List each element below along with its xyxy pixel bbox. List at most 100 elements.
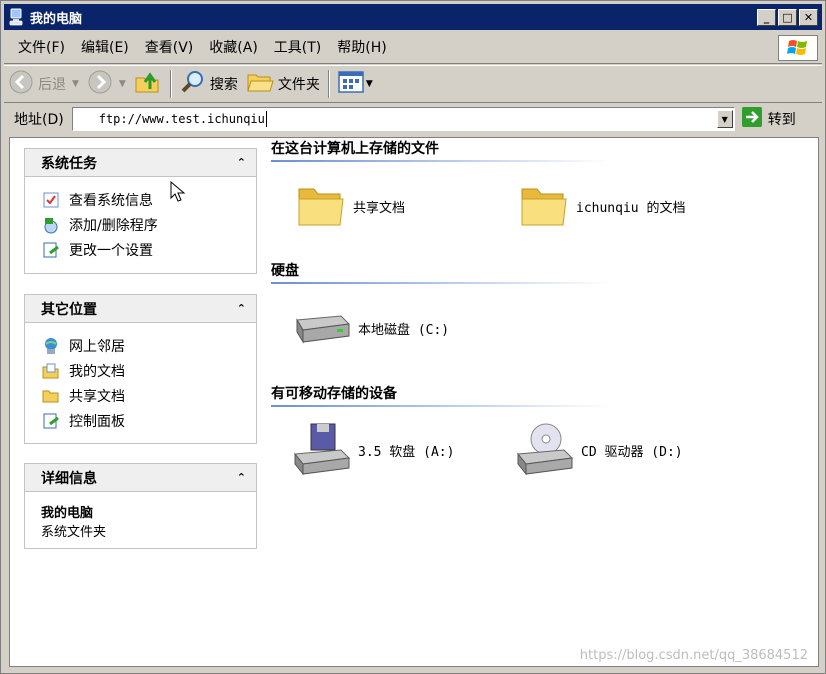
system-tasks-panel: 系统任务 ⌃ 查看系统信息 添加/删除程序 更改一个设置: [24, 148, 257, 274]
place-label: 我的文档: [69, 363, 125, 380]
task-label: 添加/删除程序: [69, 217, 158, 234]
watermark: https://blog.csdn.net/qq_38684512: [579, 648, 808, 663]
forward-button[interactable]: [83, 68, 117, 100]
folders-button[interactable]: 文件夹: [242, 68, 324, 100]
section-stored-files: 在这台计算机上存储的文件: [271, 138, 751, 162]
mouse-cursor-icon: [170, 180, 186, 207]
place-label: 控制面板: [69, 413, 125, 430]
task-add-remove-programs[interactable]: 添加/删除程序: [41, 212, 256, 237]
task-change-setting[interactable]: 更改一个设置: [41, 237, 256, 262]
item-label: 共享文档: [353, 200, 406, 216]
collapse-chevron-icon[interactable]: ⌃: [237, 302, 246, 315]
panel-title: 详细信息: [41, 470, 97, 487]
shared-folder-icon: [41, 386, 61, 406]
close-button[interactable]: ✕: [799, 8, 818, 26]
go-label: 转到: [767, 112, 796, 128]
item-label: 本地磁盘 (C:): [358, 322, 450, 338]
go-button[interactable]: 转到: [741, 106, 796, 132]
go-arrow-icon: [741, 106, 763, 132]
item-label: CD 驱动器 (D:): [581, 444, 683, 460]
toolbar: 后退 ▼ ▼ 搜索 文件夹 ▼: [4, 65, 822, 103]
folder-icon: [518, 180, 570, 232]
folder-icon: [295, 180, 347, 232]
menu-view[interactable]: 查看(V): [137, 37, 202, 59]
address-label: 地址(D): [14, 112, 64, 128]
minimize-button[interactable]: _: [757, 8, 776, 26]
up-folder-button[interactable]: [130, 68, 166, 100]
task-view-system-info[interactable]: 查看系统信息: [41, 187, 256, 212]
panel-title: 系统任务: [41, 155, 97, 172]
text-caret: [265, 111, 267, 127]
section-removable: 有可移动存储的设备: [271, 383, 751, 407]
collapse-chevron-icon[interactable]: ⌃: [237, 471, 246, 484]
other-places-panel: 其它位置 ⌃ 网上邻居 我的文档 共享文档 控制面板: [24, 294, 257, 444]
menu-edit[interactable]: 编辑(E): [73, 37, 137, 59]
my-computer-icon: [8, 8, 24, 26]
menu-favorites[interactable]: 收藏(A): [201, 37, 266, 59]
section-title: 在这台计算机上存储的文件: [271, 141, 439, 157]
folders-label: 文件夹: [277, 77, 320, 93]
hard-disk-icon: [290, 302, 352, 354]
views-dropdown-icon: ▼: [365, 79, 373, 89]
folder-shared-documents[interactable]: 共享文档: [295, 180, 405, 232]
search-label: 搜索: [209, 77, 238, 93]
address-dropdown-button[interactable]: ▼: [716, 110, 733, 128]
section-divider: [271, 160, 611, 162]
change-setting-icon: [41, 240, 61, 260]
content-area: 系统任务 ⌃ 查看系统信息 添加/删除程序 更改一个设置 其它位置 ⌃ 网上邻居…: [9, 137, 819, 667]
menu-tools[interactable]: 工具(T): [266, 37, 329, 59]
place-label: 网上邻居: [69, 338, 125, 355]
address-value: ftp://www.test.ichunqiu: [98, 112, 265, 126]
toolbar-separator: [327, 70, 330, 98]
collapse-chevron-icon[interactable]: ⌃: [237, 156, 246, 169]
up-folder-icon: [134, 69, 162, 99]
back-arrow-icon: [8, 69, 34, 99]
menu-help[interactable]: 帮助(H): [329, 37, 394, 59]
drive-floppy-a[interactable]: 3.5 软盘 (A:): [290, 423, 455, 476]
title-bar[interactable]: 我的电脑 _ □ ✕: [4, 4, 822, 30]
drive-cd-d[interactable]: CD 驱动器 (D:): [513, 423, 683, 476]
network-places-icon: [41, 336, 61, 356]
search-icon: [180, 69, 206, 99]
window-title: 我的电脑: [30, 11, 83, 27]
address-input[interactable]: ftp://www.test.ichunqiu ▼: [71, 107, 735, 131]
system-info-icon: [41, 190, 61, 210]
menu-file[interactable]: 文件(F): [10, 37, 73, 59]
forward-arrow-icon: [87, 69, 113, 99]
search-button[interactable]: 搜索: [176, 68, 242, 100]
menu-bar: 文件(F) 编辑(E) 查看(V) 收藏(A) 工具(T) 帮助(H): [4, 32, 822, 64]
windows-logo-icon: [778, 35, 818, 61]
details-header[interactable]: 详细信息 ⌃: [25, 464, 256, 492]
drive-local-disk-c[interactable]: 本地磁盘 (C:): [290, 302, 449, 354]
panel-title: 其它位置: [41, 301, 97, 318]
place-network[interactable]: 网上邻居: [41, 333, 256, 358]
place-control-panel[interactable]: 控制面板: [41, 408, 256, 433]
back-label: 后退: [38, 77, 66, 93]
place-my-documents[interactable]: 我的文档: [41, 358, 256, 383]
add-remove-programs-icon: [41, 215, 61, 235]
section-title: 硬盘: [271, 263, 299, 279]
system-tasks-header[interactable]: 系统任务 ⌃: [25, 149, 256, 177]
control-panel-icon: [41, 411, 61, 431]
back-button[interactable]: 后退: [4, 68, 70, 100]
place-shared-documents[interactable]: 共享文档: [41, 383, 256, 408]
task-label: 更改一个设置: [69, 242, 153, 259]
views-button[interactable]: ▼: [334, 68, 381, 100]
item-label: ichunqiu 的文档: [576, 200, 686, 216]
toolbar-separator: [169, 70, 172, 98]
forward-dropdown-icon[interactable]: ▼: [119, 79, 126, 89]
maximize-button[interactable]: □: [778, 8, 797, 26]
details-panel: 详细信息 ⌃ 我的电脑 系统文件夹: [24, 463, 257, 549]
floppy-drive-icon: [290, 423, 352, 476]
back-dropdown-icon[interactable]: ▼: [72, 79, 79, 89]
section-title: 有可移动存储的设备: [271, 386, 397, 402]
address-bar: 地址(D) ftp://www.test.ichunqiu ▼ 转到: [4, 104, 822, 134]
explorer-window: 我的电脑 _ □ ✕ 文件(F) 编辑(E) 查看(V) 收藏(A) 工具(T)…: [0, 0, 826, 674]
cd-drive-icon: [513, 423, 575, 476]
other-places-header[interactable]: 其它位置 ⌃: [25, 295, 256, 323]
detail-type: 系统文件夹: [41, 525, 107, 540]
section-divider: [271, 282, 611, 284]
section-divider: [271, 405, 611, 407]
folder-user-documents[interactable]: ichunqiu 的文档: [518, 180, 685, 232]
item-label: 3.5 软盘 (A:): [358, 444, 455, 460]
